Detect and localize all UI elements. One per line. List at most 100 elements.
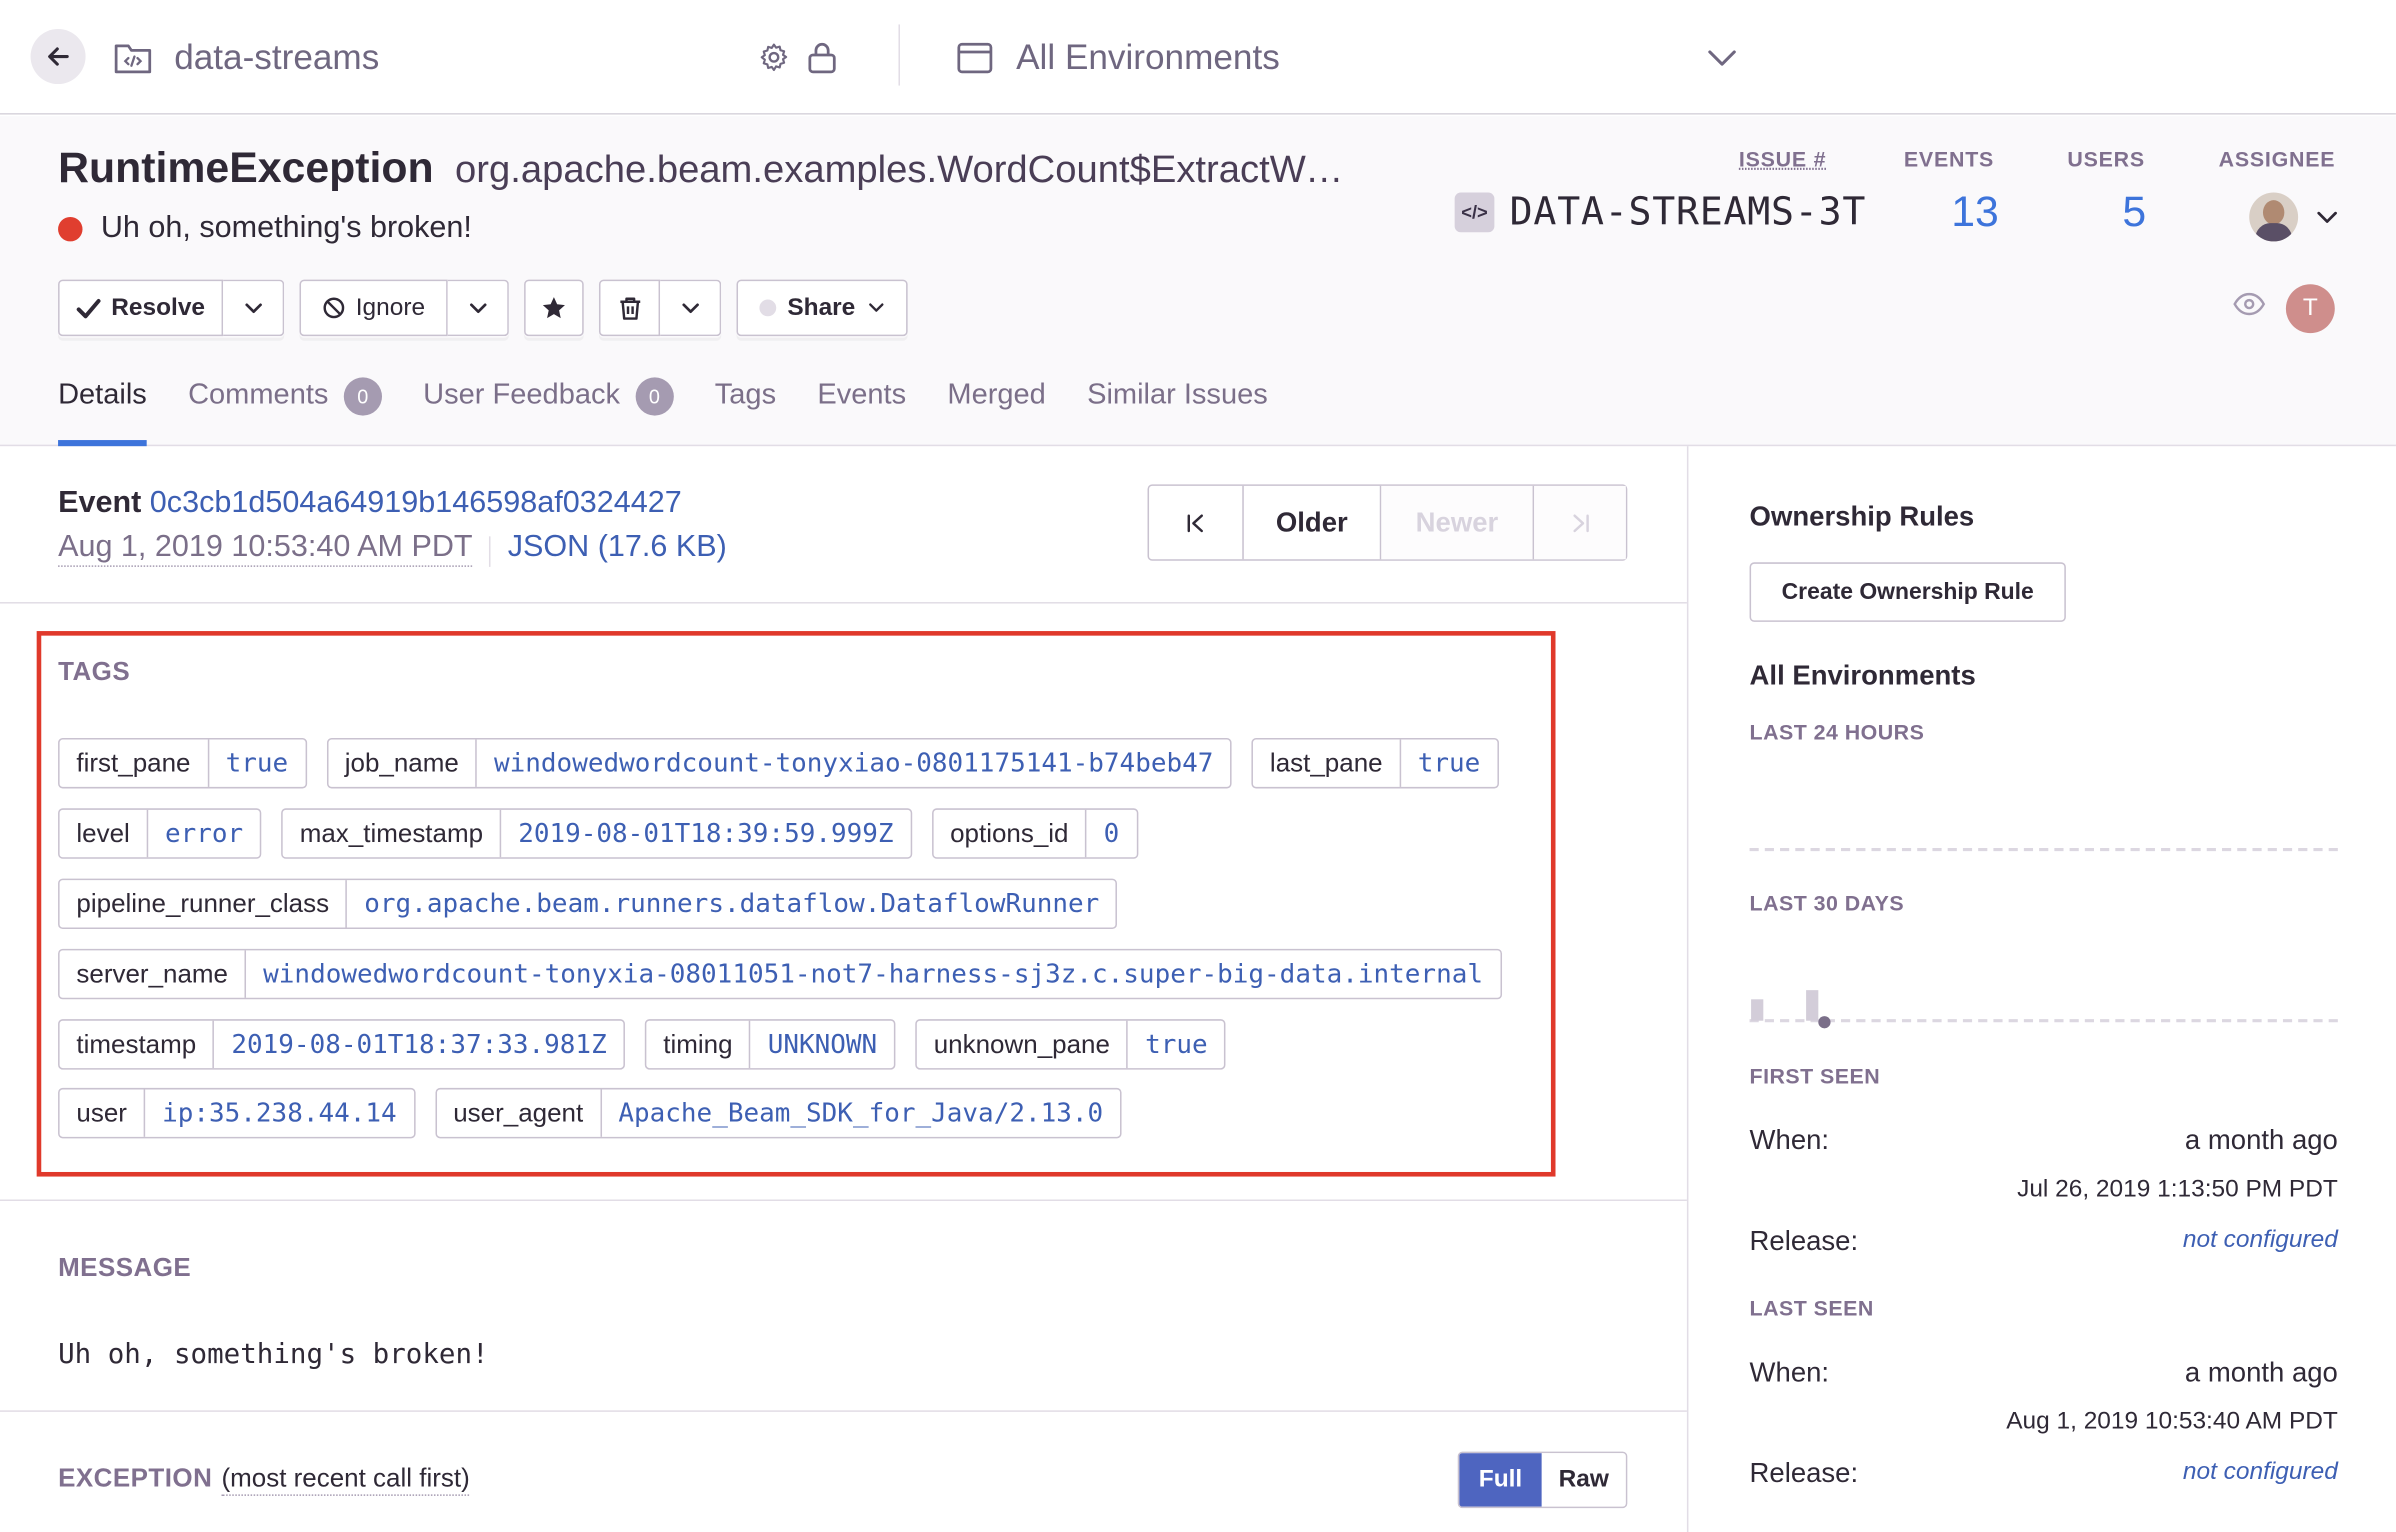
tag-key: timestamp bbox=[60, 1021, 215, 1068]
tag-value: error bbox=[148, 810, 260, 857]
exception-heading: EXCEPTION (most recent call first) bbox=[58, 1464, 470, 1496]
json-link[interactable]: JSON (17.6 KB) bbox=[508, 530, 727, 567]
project-selector[interactable]: data-streams bbox=[113, 0, 379, 115]
section-divider bbox=[0, 1199, 1687, 1201]
tag-key: job_name bbox=[328, 740, 477, 787]
assignee-selector[interactable] bbox=[2249, 193, 2338, 242]
star-icon bbox=[541, 295, 567, 321]
tag-row: level error max_timestamp 2019-08-01T18:39… bbox=[58, 808, 1157, 858]
tag-pill[interactable]: user_agent Apache_Beam_SDK_for_Java/2.13.… bbox=[435, 1088, 1122, 1138]
issue-actions: Resolve Ignore Share bbox=[58, 280, 923, 338]
tag-pill[interactable]: timing UNKNOWN bbox=[645, 1019, 896, 1069]
last-seen-release-label: Release: bbox=[1750, 1458, 1859, 1490]
raw-view-button[interactable]: Raw bbox=[1542, 1453, 1626, 1506]
newer-event-button[interactable]: Newer bbox=[1381, 486, 1534, 559]
first-seen-release[interactable]: not configured bbox=[2183, 1227, 2338, 1255]
event-meta: Aug 1, 2019 10:53:40 AM PDT JSON (17.6 K… bbox=[58, 530, 727, 567]
tag-value: 0 bbox=[1087, 810, 1136, 857]
events-count[interactable]: 13 bbox=[1951, 188, 1999, 237]
tag-pill[interactable]: max_timestamp 2019-08-01T18:39:59.999Z bbox=[281, 808, 911, 858]
back-button[interactable] bbox=[31, 29, 86, 84]
event-pager: Older Newer bbox=[1148, 484, 1628, 560]
issue-culprit: org.apache.beam.examples.WordCount$Extra… bbox=[455, 148, 1357, 192]
project-lock-button[interactable] bbox=[807, 0, 838, 115]
issue-sidebar: Ownership Rules Create Ownership Rule Al… bbox=[1690, 446, 2396, 1532]
delete-dropdown-button[interactable] bbox=[660, 280, 721, 337]
tag-value: true bbox=[1128, 1021, 1224, 1068]
tag-pill[interactable]: last_pane true bbox=[1252, 738, 1499, 788]
share-button[interactable]: Share bbox=[736, 280, 907, 337]
issue-header: RuntimeException org.apache.beam.example… bbox=[0, 116, 2396, 446]
tag-pill[interactable]: level error bbox=[58, 808, 261, 858]
assignee-label: ASSIGNEE bbox=[2219, 147, 2336, 171]
tag-pill[interactable]: user ip:35.238.44.14 bbox=[58, 1088, 415, 1138]
environment-selector[interactable]: All Environments bbox=[957, 0, 1744, 115]
tab-events[interactable]: Events bbox=[817, 376, 906, 446]
resolve-label: Resolve bbox=[111, 294, 205, 322]
tab-similar-issues[interactable]: Similar Issues bbox=[1087, 376, 1268, 446]
project-settings-button[interactable] bbox=[758, 0, 790, 115]
event-id-link[interactable]: 0c3cb1d504a64919b146598af0324427 bbox=[150, 486, 682, 520]
full-view-button[interactable]: Full bbox=[1459, 1453, 1542, 1506]
delete-button[interactable] bbox=[599, 280, 660, 337]
tag-pill[interactable]: first_pane true bbox=[58, 738, 306, 788]
tab-label: Events bbox=[817, 379, 906, 413]
tab-label: Details bbox=[58, 379, 147, 413]
tag-key: user bbox=[60, 1089, 146, 1136]
meta-divider bbox=[489, 536, 491, 567]
code-icon: </> bbox=[1455, 192, 1495, 232]
tab-tags[interactable]: Tags bbox=[715, 376, 776, 446]
assignee-avatar bbox=[2249, 193, 2298, 242]
tag-pill[interactable]: job_name windowedwordcount-tonyxiao-08011… bbox=[326, 738, 1231, 788]
users-label: USERS bbox=[2067, 147, 2145, 171]
users-count[interactable]: 5 bbox=[2122, 188, 2146, 237]
chevron-down-icon bbox=[468, 302, 486, 314]
last-seen-release[interactable]: not configured bbox=[2183, 1459, 2338, 1487]
tab-details[interactable]: Details bbox=[58, 376, 147, 446]
first-seen-date: Jul 26, 2019 1:13:50 PM PDT bbox=[2017, 1177, 2338, 1205]
section-divider bbox=[0, 1410, 1687, 1412]
error-level-indicator bbox=[58, 216, 82, 240]
tag-key: level bbox=[60, 810, 149, 857]
issue-details-page: data-streams All Environments RuntimeExc… bbox=[0, 0, 2396, 1532]
oldest-event-button[interactable] bbox=[1149, 486, 1244, 559]
events-label: EVENTS bbox=[1904, 147, 1994, 171]
viewer-avatar: T bbox=[2286, 284, 2335, 333]
lock-icon bbox=[807, 40, 838, 74]
issue-number[interactable]: </> DATA-STREAMS-3T bbox=[1455, 189, 1866, 233]
resolve-group: Resolve bbox=[58, 280, 284, 338]
eye-icon[interactable] bbox=[2232, 292, 2266, 316]
tag-pill[interactable]: pipeline_runner_class org.apache.beam.run… bbox=[58, 879, 1118, 929]
tag-pill[interactable]: options_id 0 bbox=[932, 808, 1138, 858]
tag-key: user_agent bbox=[436, 1089, 601, 1136]
create-ownership-rule-button[interactable]: Create Ownership Rule bbox=[1750, 562, 2066, 622]
tab-merged[interactable]: Merged bbox=[947, 376, 1045, 446]
first-seen-label: FIRST SEEN bbox=[1750, 1063, 1881, 1087]
ignore-button[interactable]: Ignore bbox=[299, 280, 447, 337]
older-event-button[interactable]: Older bbox=[1244, 486, 1382, 559]
ignore-dropdown-button[interactable] bbox=[448, 280, 509, 337]
bookmark-button[interactable] bbox=[524, 280, 584, 337]
tab-user-feedback[interactable]: User Feedback 0 bbox=[423, 376, 673, 446]
newest-event-button[interactable] bbox=[1534, 486, 1626, 559]
comments-count-badge: 0 bbox=[344, 377, 382, 415]
resolve-button[interactable]: Resolve bbox=[58, 280, 223, 337]
tag-pill[interactable]: unknown_pane true bbox=[915, 1019, 1226, 1069]
tab-comments[interactable]: Comments 0 bbox=[188, 376, 382, 446]
resolve-dropdown-button[interactable] bbox=[223, 280, 284, 337]
tag-row: server_name windowedwordcount-tonyxia-080… bbox=[58, 949, 1521, 999]
tag-pill[interactable]: server_name windowedwordcount-tonyxia-080… bbox=[58, 949, 1501, 999]
tags-section-title: TAGS bbox=[58, 657, 130, 688]
trash-icon bbox=[618, 296, 641, 320]
tag-row: timestamp 2019-08-01T18:37:33.981Z timing… bbox=[58, 1019, 1246, 1069]
message-text: Uh oh, something's broken! bbox=[58, 1339, 489, 1371]
tag-key: options_id bbox=[933, 810, 1087, 857]
folder-code-icon bbox=[113, 39, 153, 76]
chevron-down-icon bbox=[1707, 48, 1738, 66]
chevron-down-icon bbox=[244, 302, 262, 314]
exception-section-title: EXCEPTION bbox=[58, 1464, 212, 1495]
tag-value: 2019-08-01T18:39:59.999Z bbox=[501, 810, 910, 857]
tab-label: Comments bbox=[188, 379, 328, 413]
tag-pill[interactable]: timestamp 2019-08-01T18:37:33.981Z bbox=[58, 1019, 625, 1069]
chart-baseline bbox=[1750, 1019, 2338, 1022]
